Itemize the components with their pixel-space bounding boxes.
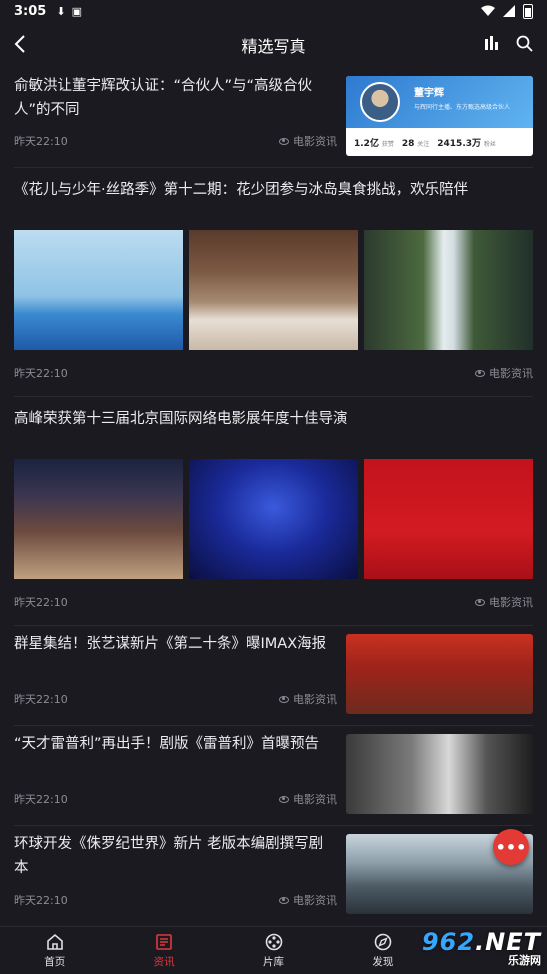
- eye-icon: [279, 695, 289, 703]
- status-bar: 3:05 ⬇ ▣: [0, 0, 547, 22]
- tab-label: 首页: [44, 955, 66, 968]
- profile-name: 董宇辉: [414, 88, 444, 99]
- tab-home[interactable]: 首页: [0, 927, 109, 974]
- news-image: [189, 230, 358, 350]
- news-time: 昨天22:10: [14, 367, 68, 380]
- profile-desc: 与辉同行主播、东方甄选高级合伙人: [414, 104, 511, 111]
- news-source: 电影资讯: [293, 793, 337, 806]
- wifi-icon: [481, 5, 495, 16]
- news-time: 昨天22:10: [14, 894, 68, 907]
- chart-button[interactable]: [484, 35, 500, 55]
- eye-icon: [475, 598, 485, 606]
- news-meta: 昨天22:10 电影资讯: [14, 791, 337, 807]
- news-icon: [156, 933, 172, 950]
- eye-icon: [279, 795, 289, 803]
- news-title: 俞敏洪让董宇辉改认证：“合伙人”与“高级合伙人”的不同: [14, 78, 313, 118]
- film-reel-icon: [265, 933, 282, 950]
- more-fab-button[interactable]: •••: [493, 829, 529, 865]
- news-meta: 昨天22:10 电影资讯: [14, 579, 533, 625]
- news-source: 电影资讯: [293, 693, 337, 706]
- eye-icon: [279, 896, 289, 904]
- news-source: 电影资讯: [293, 894, 337, 907]
- tab-label: 片库: [263, 955, 285, 968]
- news-meta: 昨天22:10 电影资讯: [14, 133, 337, 149]
- tab-news[interactable]: 资讯: [109, 927, 218, 974]
- search-button[interactable]: [516, 35, 533, 56]
- home-icon: [46, 933, 63, 950]
- stat-label: 获赞: [381, 141, 394, 148]
- news-item[interactable]: 环球开发《侏罗纪世界》新片 老版本编剧撰写剧本 昨天22:10 电影资讯: [14, 826, 533, 926]
- eye-icon: [279, 137, 289, 145]
- chevron-left-icon: [14, 35, 25, 53]
- news-image: [14, 230, 183, 350]
- news-image: [189, 459, 358, 579]
- news-item[interactable]: “天才雷普利”再出手！剧版《雷普利》首曝预告 昨天22:10 电影资讯: [14, 726, 533, 826]
- news-source: 电影资讯: [293, 135, 337, 148]
- news-title: 高峰荣获第十三届北京国际网络电影展年度十佳导演: [14, 411, 348, 427]
- notification-icon: ▣: [71, 4, 82, 18]
- tab-library[interactable]: 片库: [219, 927, 328, 974]
- news-time: 昨天22:10: [14, 135, 68, 148]
- signal-icon: [503, 5, 515, 17]
- news-image: [364, 230, 533, 350]
- news-source: 电影资讯: [489, 367, 533, 380]
- news-item[interactable]: 高峰荣获第十三届北京国际网络电影展年度十佳导演 昨天22:10 电影资讯: [14, 397, 533, 626]
- news-title: 《花儿与少年·丝路季》第十二期：花少团参与冰岛臭食挑战，欢乐陪伴: [14, 182, 469, 198]
- news-title: 群星集结！张艺谋新片《第二十条》曝IMAX海报: [14, 636, 327, 652]
- bar-chart-icon: [485, 36, 498, 50]
- compass-icon: [374, 933, 392, 950]
- news-item[interactable]: 群星集结！张艺谋新片《第二十条》曝IMAX海报 昨天22:10 电影资讯: [14, 626, 533, 726]
- news-title: “天才雷普利”再出手！剧版《雷普利》首曝预告: [14, 736, 320, 752]
- status-time: 3:05: [14, 3, 47, 19]
- stat-value: 2415.3万: [437, 139, 481, 149]
- back-button[interactable]: [14, 31, 44, 59]
- page-title: 精选写真: [241, 37, 306, 56]
- news-time: 昨天22:10: [14, 693, 68, 706]
- battery-icon: [523, 3, 533, 19]
- news-time: 昨天22:10: [14, 596, 68, 609]
- news-thumbnail: [346, 634, 533, 714]
- watermark-logo: 962.NET 乐游网: [422, 928, 541, 968]
- news-meta: 昨天22:10 电影资讯: [14, 691, 337, 707]
- news-meta: 昨天22:10 电影资讯: [14, 350, 533, 396]
- stat-value: 1.2亿: [354, 139, 379, 149]
- stat-label: 粉丝: [483, 141, 496, 148]
- news-image: [364, 459, 533, 579]
- news-item[interactable]: 《花儿与少年·丝路季》第十二期：花少团参与冰岛臭食挑战，欢乐陪伴 昨天22:10…: [14, 168, 533, 397]
- search-icon: [516, 35, 533, 52]
- stat-label: 关注: [417, 141, 430, 148]
- news-meta: 昨天22:10 电影资讯: [14, 892, 337, 908]
- news-source: 电影资讯: [489, 596, 533, 609]
- tab-label: 发现: [372, 955, 394, 968]
- watermark-brand: 962: [421, 928, 476, 956]
- news-time: 昨天22:10: [14, 793, 68, 806]
- news-thumbnail: 董宇辉 与辉同行主播、东方甄选高级合伙人 1.2亿 获赞 28 关注 2415.…: [346, 76, 533, 156]
- eye-icon: [475, 369, 485, 377]
- download-icon: ⬇: [56, 4, 66, 18]
- news-image: [14, 459, 183, 579]
- news-feed: 俞敏洪让董宇辉改认证：“合伙人”与“高级合伙人”的不同 昨天22:10 电影资讯…: [0, 68, 547, 926]
- avatar: [360, 82, 400, 122]
- news-thumbnail: [346, 734, 533, 814]
- tab-label: 资讯: [153, 955, 175, 968]
- news-item[interactable]: 俞敏洪让董宇辉改认证：“合伙人”与“高级合伙人”的不同 昨天22:10 电影资讯…: [14, 68, 533, 168]
- app-bar: 精选写真: [0, 22, 547, 68]
- news-title: 环球开发《侏罗纪世界》新片 老版本编剧撰写剧本: [14, 836, 324, 876]
- stat-value: 28: [401, 139, 415, 149]
